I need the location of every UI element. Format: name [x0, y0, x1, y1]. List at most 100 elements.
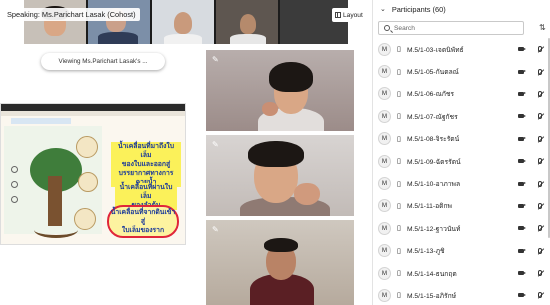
- search-icon: [384, 25, 390, 31]
- phone-icon: ▯: [397, 246, 401, 255]
- video-thumbnail[interactable]: [152, 0, 214, 44]
- microphone-muted-icon[interactable]: [538, 202, 542, 209]
- avatar: M: [378, 266, 391, 280]
- participant-row[interactable]: M ▯ M.5/1-11-อติกพ: [373, 195, 549, 217]
- video-camera-icon[interactable]: [518, 181, 526, 186]
- video-camera-icon[interactable]: [518, 136, 526, 141]
- zoom-in-icon[interactable]: [11, 166, 18, 173]
- leaf-detail-circle: [76, 136, 98, 158]
- collapse-chevron-icon[interactable]: ⌄: [380, 5, 386, 13]
- slide-note-leaf: น้ำเคลื่อนที่มาถึงใบเล็ม ของใบและออกสู่ …: [111, 142, 181, 187]
- participant-name: M.5/1-15-อภิรักษ์: [407, 292, 457, 300]
- participant-row[interactable]: M ▯ M.5/1-05-กันตลณ์: [373, 60, 549, 82]
- meeting-view: Speaking: Ms.Parichart Lasak (Cohost) La…: [0, 0, 372, 305]
- microphone-muted-icon[interactable]: [538, 90, 542, 97]
- participants-header[interactable]: ⌄ Participants (60): [373, 0, 550, 18]
- video-camera-icon[interactable]: [518, 203, 526, 208]
- participant-name: M.5/1-10-อาภาพล: [407, 181, 461, 189]
- video-camera-icon[interactable]: [518, 159, 526, 164]
- root-detail-circle: [74, 208, 96, 230]
- participant-name: M.5/1-12-ฐาวนันท์: [407, 225, 461, 233]
- microphone-muted-icon[interactable]: [538, 46, 542, 53]
- participant-name: M.5/1-09-ฉัตรรัตน์: [407, 158, 461, 166]
- avatar: M: [378, 199, 391, 213]
- pin-icon[interactable]: ✎: [212, 55, 219, 64]
- participant-row[interactable]: M ▯ M.5/1-15-อภิรักษ์: [373, 284, 549, 305]
- shared-app-toolbar: [1, 111, 185, 116]
- search-placeholder: Search: [394, 24, 415, 32]
- participant-video-tile[interactable]: ✎: [206, 50, 354, 131]
- phone-icon: ▯: [397, 89, 401, 98]
- microphone-muted-icon[interactable]: [538, 135, 542, 142]
- slide-note-line: ของใบและออกสู่: [121, 160, 171, 168]
- video-camera-icon[interactable]: [518, 293, 526, 298]
- participant-name: M.5/1-13-ภูชิ: [407, 248, 445, 256]
- active-speaker-label: Speaking: Ms.Parichart Lasak (Cohost): [3, 8, 140, 21]
- phone-icon: ▯: [397, 112, 401, 121]
- phone-icon: ▯: [397, 269, 401, 278]
- avatar: M: [378, 87, 391, 101]
- participants-search-field[interactable]: Search: [378, 21, 524, 35]
- participant-video-tile[interactable]: ✎: [206, 135, 354, 216]
- video-camera-icon[interactable]: [518, 226, 526, 231]
- participant-row[interactable]: M ▯ M.5/1-07-ณัฐกัชร: [373, 105, 549, 127]
- annotation-tool-icons[interactable]: [11, 166, 19, 211]
- participant-row[interactable]: M ▯ M.5/1-08-จิระรัตน์: [373, 128, 549, 150]
- video-camera-icon[interactable]: [518, 47, 526, 52]
- participants-title: Participants (60): [391, 4, 446, 14]
- video-camera-icon[interactable]: [518, 91, 526, 96]
- video-thumbnail[interactable]: [88, 0, 150, 44]
- video-thumbnail[interactable]: [280, 0, 348, 44]
- avatar: M: [378, 42, 391, 56]
- microphone-muted-icon[interactable]: [538, 225, 542, 232]
- shared-app-titlebar: [1, 104, 185, 111]
- participant-row[interactable]: M ▯ M.5/1-14-ธนกฤต: [373, 262, 549, 284]
- avatar: M: [378, 288, 391, 302]
- avatar: M: [378, 154, 391, 168]
- tree-roots-shape: [34, 222, 78, 238]
- avatar: M: [378, 221, 391, 235]
- slide-note-line: ใบเล็มของราก: [121, 226, 165, 234]
- participant-name: M.5/1-11-อติกพ: [407, 203, 452, 211]
- microphone-muted-icon[interactable]: [538, 270, 542, 277]
- video-camera-icon[interactable]: [518, 114, 526, 119]
- pen-icon[interactable]: [11, 196, 18, 203]
- phone-icon: ▯: [397, 157, 401, 166]
- microphone-muted-icon[interactable]: [538, 113, 542, 120]
- microphone-muted-icon[interactable]: [538, 247, 542, 254]
- viewing-share-pill[interactable]: Viewing Ms.Parichart Lasak's ...: [41, 53, 165, 70]
- participant-row[interactable]: M ▯ M.5/1-06-ณกัชร: [373, 83, 549, 105]
- participant-name: M.5/1-06-ณกัชร: [407, 91, 455, 99]
- participant-row[interactable]: M ▯ M.5/1-12-ฐาวนันท์: [373, 217, 549, 239]
- video-thumbnail[interactable]: [216, 0, 278, 44]
- participant-row[interactable]: M ▯ M.5/1-10-อาภาพล: [373, 172, 549, 194]
- pin-icon[interactable]: ✎: [212, 225, 219, 234]
- phone-icon: ▯: [397, 291, 401, 300]
- participant-row[interactable]: M ▯ M.5/1-09-ฉัตรรัตน์: [373, 150, 549, 172]
- microphone-muted-icon[interactable]: [538, 68, 542, 75]
- slide-note-root-circled: น้ำเคลื่อนที่จากดินเข้าสู่ ใบเล็มของราก: [107, 205, 179, 238]
- microphone-muted-icon[interactable]: [538, 180, 542, 187]
- zoom-out-icon[interactable]: [11, 181, 18, 188]
- avatar: M: [378, 65, 391, 79]
- gallery-thumbnail-strip: [24, 0, 348, 44]
- video-camera-icon[interactable]: [518, 271, 526, 276]
- participant-name: M.5/1-03-เจตนิพัทธ์: [407, 46, 464, 54]
- phone-icon: ▯: [397, 134, 401, 143]
- video-camera-icon[interactable]: [518, 248, 526, 253]
- phone-icon: ▯: [397, 224, 401, 233]
- participants-list: M ▯ M.5/1-03-เจตนิพัทธ์ M ▯ M.5/1-05-กันตลณ์ M…: [373, 38, 549, 305]
- video-camera-icon[interactable]: [518, 69, 526, 74]
- layout-grid-icon: [335, 12, 341, 18]
- layout-button[interactable]: Layout: [332, 8, 368, 22]
- participant-row[interactable]: M ▯ M.5/1-13-ภูชิ: [373, 240, 549, 262]
- sort-icon[interactable]: ⇅: [539, 23, 546, 32]
- microphone-muted-icon[interactable]: [538, 158, 542, 165]
- avatar: M: [378, 177, 391, 191]
- participant-video-tile[interactable]: ✎: [206, 220, 354, 305]
- participant-row[interactable]: M ▯ M.5/1-03-เจตนิพัทธ์: [373, 38, 549, 60]
- video-thumbnail[interactable]: [24, 0, 86, 44]
- microphone-muted-icon[interactable]: [538, 292, 542, 299]
- pin-icon[interactable]: ✎: [212, 140, 219, 149]
- participant-name: M.5/1-07-ณัฐกัชร: [407, 113, 458, 121]
